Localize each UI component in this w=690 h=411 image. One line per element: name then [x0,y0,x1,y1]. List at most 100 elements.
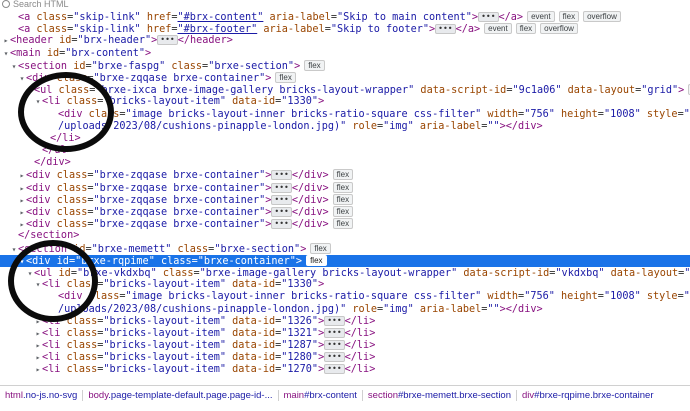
dom-node[interactable]: </ul> [0,145,690,157]
dom-node[interactable]: ▾ <main id="brx-content"> [0,48,690,60]
overflow-badge[interactable]: overflow [540,23,578,35]
flex-badge[interactable]: flex [310,242,331,254]
tag-token: </div> [34,157,71,169]
dom-node[interactable]: ▸ <div class="brxe-zqqase brxe-container"… [0,206,690,218]
search-html-bar[interactable]: Search HTML [0,0,690,11]
breadcrumb-item[interactable]: body.page-template-default.page.page-id-… [83,390,279,401]
dom-node[interactable]: ▸ <li class="bricks-layout-item" data-id=… [0,352,690,364]
attribute-name: class [56,182,88,194]
flex-badge[interactable]: flex [515,23,537,35]
dom-node[interactable]: ▾ <section id="brxe-memett" class="brxe-s… [0,242,690,255]
tag-token: > [295,255,303,267]
tag-token: > [318,279,325,291]
expand-ellipsis-button[interactable]: ••• [324,340,345,351]
dom-tree[interactable]: <a class="skip-link" href="#brx-content"… [0,11,690,385]
collapsed-triangle-icon[interactable]: ▸ [34,364,42,376]
attribute-name: aria-label [413,120,482,132]
dom-node[interactable]: ▸ <li class="bricks-layout-item" data-id=… [0,340,690,352]
attribute-name: class [56,194,88,206]
expand-ellipsis-button[interactable]: ••• [324,315,345,326]
expand-ellipsis-button[interactable]: ••• [271,207,292,217]
collapsed-triangle-icon[interactable]: ▸ [18,183,26,194]
collapsed-triangle-icon[interactable]: ▸ [34,352,42,364]
collapsed-triangle-icon[interactable]: ▸ [18,207,26,218]
flex-badge[interactable]: flex [306,254,327,266]
dom-node[interactable]: ▾ <section id="brxe-faspg" class="brxe-se… [0,59,690,72]
attribute-name: width [481,291,519,303]
expand-ellipsis-button[interactable]: ••• [435,24,456,35]
expand-ellipsis-button[interactable]: ••• [157,35,178,46]
attribute-value: "bricks-layout-item" [103,340,227,352]
dom-node[interactable]: <a class="skip-link" href="#brx-content"… [0,11,690,23]
breadcrumb-tag: div [522,390,535,401]
flex-badge[interactable]: flex [332,181,354,193]
dom-node[interactable]: </div> [0,157,690,169]
dom-node[interactable]: ▾ <li class="bricks-layout-item" data-id=… [0,279,690,291]
expand-ellipsis-button[interactable]: ••• [271,194,292,205]
expanded-triangle-icon[interactable]: ▾ [18,73,26,84]
dom-node[interactable]: ▸ <div class="brxe-zqqase brxe-container"… [0,218,690,230]
tag-token: <div [26,219,57,231]
dom-node[interactable]: </section> [0,230,690,242]
expand-ellipsis-button[interactable]: ••• [271,170,292,181]
expand-ellipsis-button[interactable]: ••• [324,327,345,338]
expanded-triangle-icon[interactable]: ▾ [10,244,18,255]
dom-node[interactable]: ▸ <li class="bricks-layout-item" data-id=… [0,327,690,340]
dom-node[interactable]: ▸ <li class="bricks-layout-item" data-id=… [0,315,690,328]
dom-node[interactable]: <div class="image bricks-layout-inner br… [0,291,690,303]
breadcrumb-selector: #brxe-rqpime.brxe-container [534,390,654,401]
attribute-value: "img" [383,120,414,132]
dom-node[interactable]: ▸ <div class="brxe-zqqase brxe-container"… [0,169,690,181]
dom-node[interactable]: ▾ <ul id="brxe-vkdxbq" class="brxe-image-… [0,267,690,279]
dom-node[interactable]: <a class="skip-link" href="#brx-footer" … [0,23,690,35]
flex-badge[interactable]: flex [332,218,354,230]
dom-node[interactable]: ▸ <li class="bricks-layout-item" data-id=… [0,364,690,376]
expand-ellipsis-button[interactable]: ••• [478,12,499,22]
expand-ellipsis-button[interactable]: ••• [271,182,292,193]
expand-ellipsis-button[interactable]: ••• [271,219,292,230]
attribute-name: href [140,24,172,36]
expanded-triangle-icon[interactable]: ▾ [10,61,18,72]
overflow-badge[interactable]: overflow [583,11,621,22]
expanded-triangle-icon[interactable]: ▾ [2,48,10,60]
dom-node[interactable]: ▸ <header id="brx-header"> ••• </header> [0,35,690,47]
attribute-value: "brxe-memett" [91,243,172,255]
dom-node[interactable]: ▾ <div class="brxe-zqqase brxe-container"… [0,71,690,84]
collapsed-triangle-icon[interactable]: ▸ [2,35,10,47]
collapsed-triangle-icon[interactable]: ▸ [34,328,42,340]
breadcrumb-item[interactable]: div#brxe-rqpime.brxe-container [517,390,659,401]
tag-token: <li [42,352,67,364]
closing-tag: </li> [344,315,376,327]
breadcrumb-item[interactable]: html.no-js.no-svg [0,390,84,401]
search-placeholder: Search HTML [13,0,69,9]
flex-badge[interactable]: flex [332,193,354,205]
flex-badge[interactable]: flex [332,169,354,181]
flex-badge[interactable]: flex [304,59,325,71]
breadcrumb-item[interactable]: main#brx-content [279,390,363,401]
collapsed-triangle-icon[interactable]: ▸ [18,219,26,230]
closing-tag: </li> [344,327,376,339]
expand-ellipsis-button[interactable]: ••• [324,364,345,375]
dom-node[interactable]: /uploads/2023/08/cushions-pinapple-londo… [0,304,690,316]
attribute-value: "1008" [603,291,641,303]
attribute-value: "1330" [281,279,319,291]
event-badge[interactable]: event [484,23,512,35]
dom-node-selected[interactable]: ▾ <div id="brxe-rqpime" class="brxe-conta… [0,254,690,267]
collapsed-triangle-icon[interactable]: ▸ [34,340,42,352]
dom-node[interactable]: ▸ <div class="brxe-zqqase brxe-container"… [0,193,690,206]
breadcrumb-item[interactable]: section#brxe-memett.brxe-section [363,390,517,401]
expand-ellipsis-button[interactable]: ••• [324,352,345,363]
event-badge[interactable]: event [527,11,555,22]
flex-badge[interactable]: flex [558,11,580,22]
collapsed-triangle-icon[interactable]: ▸ [18,195,26,206]
attribute-value: "#brx-footer" [177,24,258,36]
dom-node[interactable]: ▸ <div class="brxe-zqqase brxe-container"… [0,181,690,194]
attribute-value: "bricks-layout-item" [103,364,227,376]
flex-badge[interactable]: flex [332,206,354,217]
collapsed-triangle-icon[interactable]: ▸ [18,170,26,181]
flex-badge[interactable]: flex [275,71,296,83]
attribute-value: "1008" [603,108,641,120]
attribute-value: "9c1a06" [512,85,562,97]
